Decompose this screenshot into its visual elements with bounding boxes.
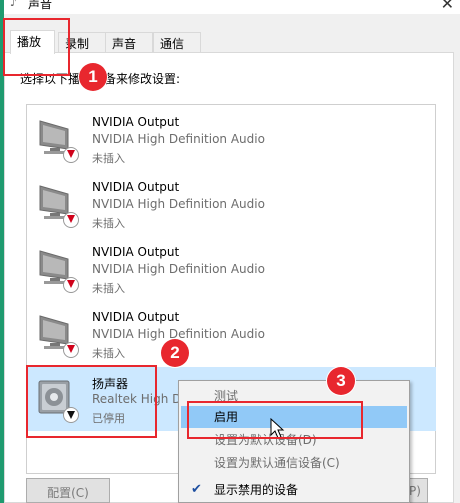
window-title: 声音	[28, 0, 53, 11]
annotation-marker-1: 1	[79, 63, 107, 91]
title-bar: ♪ 声音 ✕	[4, 0, 460, 14]
checkmark-icon: ✔	[191, 482, 202, 497]
unplugged-badge-icon	[63, 212, 79, 228]
device-item[interactable]: NVIDIA Output NVIDIA High Definition Aud…	[28, 302, 436, 366]
device-name: NVIDIA Output	[92, 245, 180, 259]
menu-item-set-default-comm[interactable]: 设置为默认通信设备(C)	[181, 452, 407, 474]
annotation-box-3	[187, 401, 363, 439]
device-status: 未插入	[92, 347, 125, 360]
device-status: 未插入	[92, 152, 125, 165]
speaker-app-icon: ♪	[10, 0, 18, 9]
device-status: 未插入	[92, 282, 125, 295]
device-description: NVIDIA High Definition Audio	[92, 132, 265, 146]
annotation-marker-2: 2	[161, 339, 189, 367]
device-status: 未插入	[92, 217, 125, 230]
menu-item-show-disabled[interactable]: ✔ 显示禁用的设备	[181, 479, 407, 501]
tab-sounds[interactable]: 声音	[105, 32, 153, 52]
context-menu: 测试 启用 设置为默认设备(D) 设置为默认通信设备(C) ✔ 显示禁用的设备	[178, 380, 410, 503]
unplugged-badge-icon	[63, 342, 79, 358]
configure-button[interactable]: 配置(C)	[26, 478, 110, 503]
device-item[interactable]: NVIDIA Output NVIDIA High Definition Aud…	[28, 172, 436, 236]
annotation-marker-3: 3	[327, 367, 355, 395]
unplugged-badge-icon	[63, 147, 79, 163]
device-item[interactable]: NVIDIA Output NVIDIA High Definition Aud…	[28, 107, 436, 171]
device-item[interactable]: NVIDIA Output NVIDIA High Definition Aud…	[28, 237, 436, 301]
tab-playback[interactable]: 播放	[10, 30, 55, 54]
device-name: NVIDIA Output	[92, 115, 180, 129]
device-description: NVIDIA High Definition Audio	[92, 197, 265, 211]
annotation-box-2	[26, 365, 157, 438]
tab-communications[interactable]: 通信	[153, 32, 201, 52]
menu-item-show-disabled-label: 显示禁用的设备	[214, 483, 299, 497]
device-name: NVIDIA Output	[92, 310, 180, 324]
unplugged-badge-icon	[63, 277, 79, 293]
close-icon[interactable]: ✕	[441, 0, 454, 13]
device-description: NVIDIA High Definition Audio	[92, 262, 265, 276]
device-name: NVIDIA Output	[92, 180, 180, 194]
